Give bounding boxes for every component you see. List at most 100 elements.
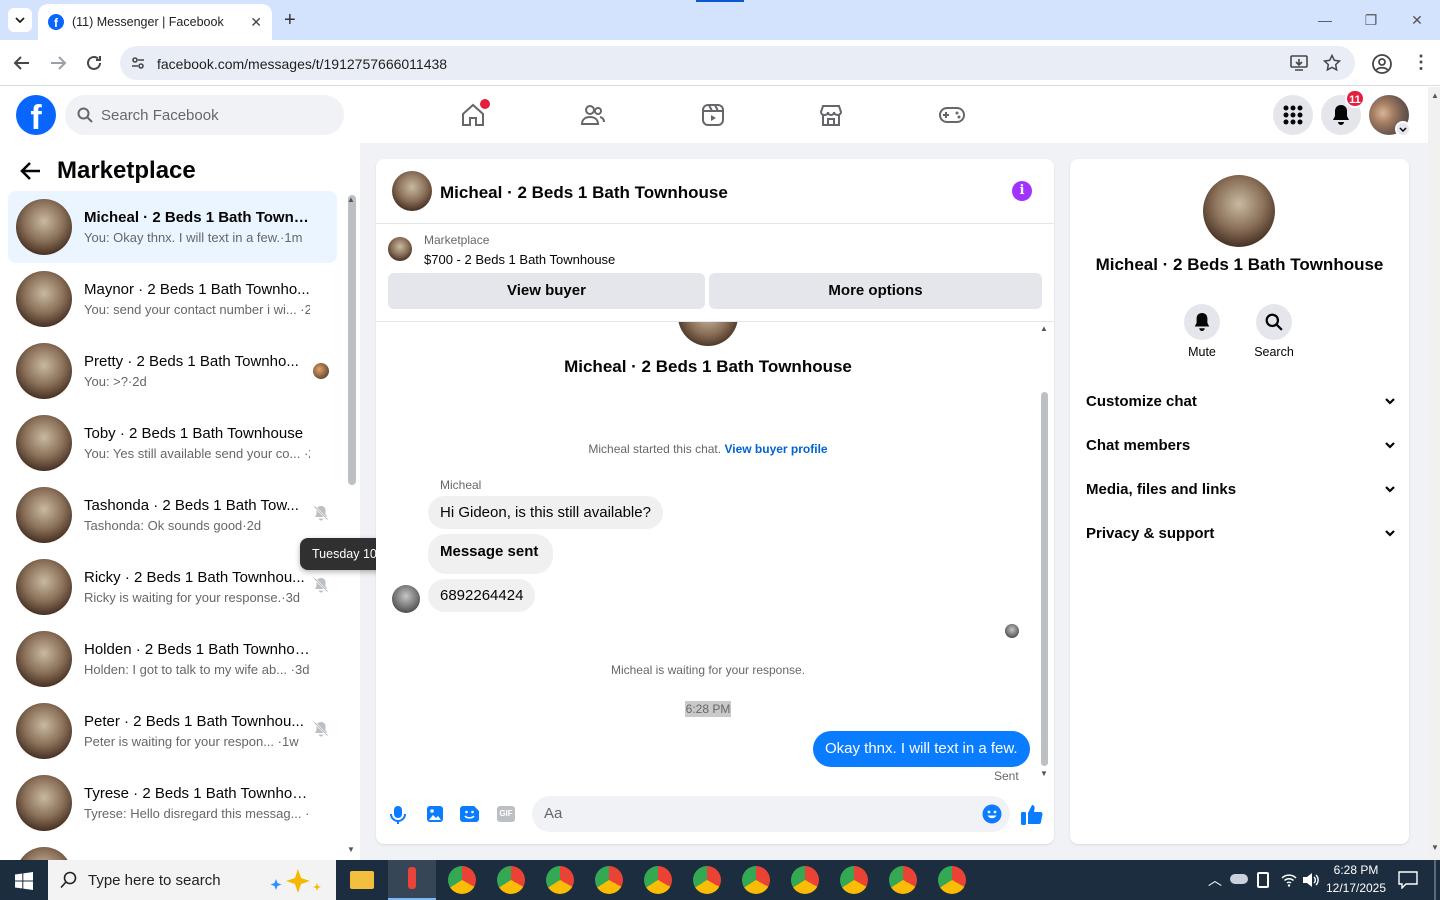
forward-icon[interactable] (47, 52, 69, 74)
notification-center-icon[interactable] (1398, 871, 1418, 889)
profile-avatar[interactable] (1203, 175, 1275, 247)
menu-button[interactable] (1273, 95, 1313, 135)
back-arrow-icon[interactable] (20, 161, 42, 181)
tab-close-icon[interactable]: ✕ (250, 14, 262, 31)
conversation-item[interactable] (8, 839, 337, 860)
profile-icon[interactable] (1371, 53, 1393, 75)
scroll-down-arrow[interactable]: ▼ (1040, 769, 1048, 778)
outgoing-message[interactable]: Okay thnx. I will text in a few. (813, 731, 1030, 767)
account-chevron[interactable] (1395, 121, 1411, 137)
chrome-icon[interactable] (497, 866, 525, 894)
conversation-item[interactable]: Ricky · 2 Beds 1 Bath Townhou... Ricky is… (8, 551, 337, 623)
browser-tab-strip: f (11) Messenger | Facebook ✕ + — ❐ ✕ (0, 0, 1440, 40)
conversation-item[interactable]: Pretty · 2 Beds 1 Bath Townho... You: >?·… (8, 335, 337, 407)
taskbar-date[interactable]: 12/17/2025 (1323, 881, 1389, 895)
conversation-item[interactable]: Holden · 2 Beds 1 Bath Townhouse Holden: … (8, 623, 337, 695)
reload-icon[interactable] (83, 52, 105, 74)
device-icon[interactable] (1257, 872, 1269, 888)
gif-icon[interactable]: GIF (497, 806, 515, 822)
nav-video[interactable] (683, 87, 743, 143)
conversation-item[interactable]: Tyrese · 2 Beds 1 Bath Townhouse Tyrese: … (8, 767, 337, 839)
thumbs-up-icon[interactable] (1020, 802, 1044, 826)
tray-overflow-icon[interactable]: ︿ (1208, 870, 1222, 890)
new-tab-button[interactable]: + (284, 9, 296, 32)
chat-title[interactable]: Micheal · 2 Beds 1 Bath Townhouse (440, 183, 728, 203)
sidebar-scrollbar-thumb[interactable] (348, 195, 356, 485)
browser-tab[interactable]: f (11) Messenger | Facebook ✕ (38, 4, 272, 40)
windows-start-icon[interactable] (15, 872, 33, 890)
message-input[interactable]: Aa (532, 796, 1010, 832)
browser-menu-icon[interactable]: ⋮ (1412, 52, 1430, 73)
chevron-down-icon (1385, 398, 1395, 405)
tab-search-button[interactable] (8, 8, 32, 32)
listing-thumbnail (16, 415, 72, 471)
taskbar-time[interactable]: 6:28 PM (1326, 863, 1386, 877)
info-icon[interactable]: i (1012, 181, 1032, 201)
chrome-icon[interactable] (644, 866, 672, 894)
taskbar-search[interactable]: Type here to search (48, 860, 336, 900)
conversation-item[interactable]: Peter · 2 Beds 1 Bath Townhou... Peter is… (8, 695, 337, 767)
view-buyer-button[interactable]: View buyer (388, 273, 705, 309)
emoji-icon[interactable] (982, 804, 1002, 824)
nav-marketplace[interactable] (801, 87, 861, 143)
facebook-search-input[interactable]: Search Facebook (65, 95, 344, 135)
install-app-icon[interactable] (1290, 54, 1308, 72)
scroll-up-arrow[interactable]: ▲ (1040, 324, 1048, 333)
view-buyer-profile-link[interactable]: View buyer profile (724, 442, 827, 456)
section-privacy-support[interactable]: Privacy & support (1086, 511, 1396, 555)
sender-avatar[interactable] (392, 585, 420, 613)
sticker-icon[interactable] (460, 805, 480, 823)
volume-icon[interactable] (1302, 872, 1320, 888)
listing-title[interactable]: $700 - 2 Beds 1 Bath Townhouse (424, 252, 615, 267)
chrome-icon[interactable] (693, 866, 721, 894)
conversation-item[interactable]: Maynor · 2 Beds 1 Bath Townho... You: sen… (8, 263, 337, 335)
chrome-icon[interactable] (546, 866, 574, 894)
conversation-item[interactable]: Micheal · 2 Beds 1 Bath Townho... You: Ok… (8, 191, 337, 263)
chevron-down-icon (1399, 126, 1407, 132)
seen-avatar (1005, 624, 1019, 638)
minimize-button[interactable]: — (1310, 8, 1340, 32)
search-in-chat-button[interactable] (1256, 304, 1292, 340)
onedrive-icon[interactable] (1230, 874, 1248, 884)
site-info-icon[interactable] (130, 55, 146, 71)
conversation-item[interactable]: Tashonda · 2 Beds 1 Bath Tow... Tashonda:… (8, 479, 337, 551)
facebook-logo[interactable]: f (16, 95, 56, 135)
scroll-up-arrow[interactable]: ▲ (347, 195, 355, 204)
show-desktop-button[interactable] (1434, 860, 1436, 900)
page-scrollbar[interactable]: ▲ ▼ (1428, 87, 1440, 860)
photo-icon[interactable] (426, 805, 444, 823)
search-placeholder: Search Facebook (101, 106, 219, 124)
chrome-icon[interactable] (840, 866, 868, 894)
chat-scrollbar-thumb[interactable] (1041, 392, 1048, 766)
chat-avatar[interactable] (392, 171, 432, 211)
chrome-icon[interactable] (595, 866, 623, 894)
restore-button[interactable]: ❐ (1356, 8, 1386, 32)
tab-indicator (696, 0, 744, 2)
chrome-icon[interactable] (742, 866, 770, 894)
microphone-icon[interactable] (390, 805, 406, 825)
incoming-message[interactable]: Message sent (428, 534, 554, 574)
more-options-button[interactable]: More options (709, 273, 1042, 309)
chrome-icon[interactable] (889, 866, 917, 894)
incoming-message[interactable]: Hi Gideon, is this still available? (428, 496, 663, 529)
nav-home[interactable] (443, 87, 503, 143)
chrome-icon[interactable] (791, 866, 819, 894)
taskbar-app-active[interactable] (388, 860, 436, 900)
back-icon[interactable] (11, 52, 33, 74)
conversation-item[interactable]: Toby · 2 Beds 1 Bath Townhouse You: Yes s… (8, 407, 337, 479)
chrome-icon[interactable] (448, 866, 476, 894)
section-media-files-links[interactable]: Media, files and links (1086, 467, 1396, 511)
conversation-name: Micheal · 2 Beds 1 Bath Townho... (84, 209, 310, 226)
file-explorer-icon[interactable] (350, 871, 374, 889)
wifi-icon[interactable] (1281, 872, 1297, 888)
incoming-message[interactable]: 6892264424 (428, 579, 536, 612)
section-customize-chat[interactable]: Customize chat (1086, 379, 1396, 423)
close-window-button[interactable]: ✕ (1402, 8, 1432, 32)
scroll-down-arrow[interactable]: ▼ (347, 845, 355, 854)
mute-button[interactable] (1184, 304, 1220, 340)
nav-friends[interactable] (563, 87, 623, 143)
bookmark-star-icon[interactable] (1323, 54, 1341, 72)
nav-gaming[interactable] (922, 87, 982, 143)
chrome-icon[interactable] (938, 866, 966, 894)
section-chat-members[interactable]: Chat members (1086, 423, 1396, 467)
